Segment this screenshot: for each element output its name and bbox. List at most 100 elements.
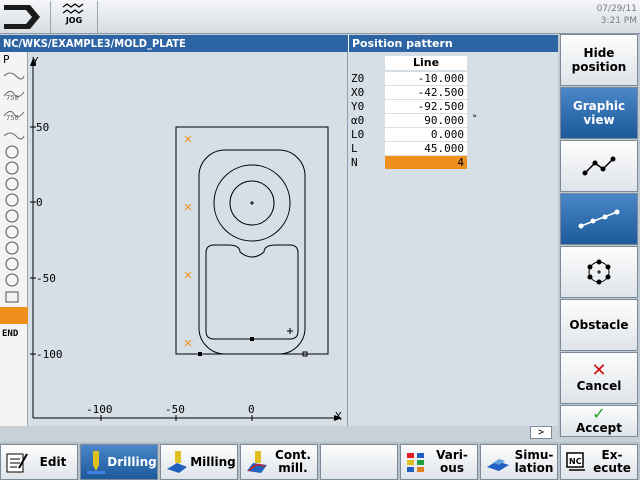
x-tick-label: -50 [165, 403, 185, 416]
obstacle-label: Obstacle [569, 318, 629, 332]
cycle-block-icons[interactable] [2, 130, 26, 308]
jog-mode-indicator: JOG [50, 1, 98, 33]
y-tick-label: 0 [36, 196, 43, 209]
pattern-any-button[interactable] [560, 140, 638, 192]
corner-marker [198, 352, 202, 356]
param-label: Z0 [351, 72, 365, 85]
free-pattern-icon [582, 156, 616, 176]
param-row-n: N 4 [348, 156, 558, 169]
form-title: Position pattern [348, 35, 558, 52]
hide-position-button[interactable]: Hide position [560, 34, 638, 86]
svg-text:750: 750 [6, 94, 19, 102]
cancel-label: Cancel [576, 379, 622, 393]
vertical-softkey-bar: Hide position Graphic view Obstacle ✕ Ca… [558, 34, 640, 437]
back-arrow-icon[interactable] [2, 2, 44, 32]
execute-label: Ex- ecute [593, 448, 631, 475]
hide-position-label: Hide position [571, 46, 627, 74]
various-icon [407, 453, 424, 472]
empty-softkey[interactable] [320, 444, 398, 480]
drilling-button[interactable]: Drilling [80, 444, 158, 480]
simulation-icon [487, 459, 509, 471]
x-tick-label: 0 [248, 403, 255, 416]
accept-label: Accept [576, 421, 622, 435]
jog-label: JOG [65, 16, 83, 25]
date-time: 07/29/11 3:21 PM [597, 3, 637, 27]
edit-button[interactable]: Edit [0, 444, 78, 480]
param-label: Y0 [351, 100, 365, 113]
x-tick-label: -100 [86, 403, 113, 416]
param-y0-field[interactable]: -92.500 [385, 100, 467, 113]
param-label: L0 [351, 128, 365, 141]
check-icon: ✓ [592, 404, 606, 423]
param-row-z0: Z0 -10.000 [348, 72, 558, 85]
param-x0-field[interactable]: -42.500 [385, 86, 467, 99]
circle-pattern-icon [587, 259, 611, 285]
param-l0-field[interactable]: 0.000 [385, 128, 467, 141]
close-icon: ✕ [591, 360, 607, 381]
param-label: X0 [351, 86, 365, 99]
x-axis-label: X [335, 410, 342, 423]
param-l-field[interactable]: 45.000 [385, 142, 467, 155]
simulation-button[interactable]: Simu- lation [480, 444, 558, 480]
edit-icon [6, 453, 28, 473]
top-status-bar: JOG 07/29/11 3:21 PM [0, 0, 640, 34]
y-tick-label: -100 [36, 348, 63, 361]
contour-start-point [250, 337, 254, 341]
more-softkeys-button[interactable]: > [530, 426, 552, 439]
graphic-view: Y X 50 0 -50 -100 -100 -50 0 [28, 52, 348, 426]
param-row-y0: Y0 -92.500 [348, 100, 558, 113]
param-z0-field[interactable]: -10.000 [385, 72, 467, 85]
program-end-label: END [2, 329, 19, 339]
param-n-field[interactable]: 4 [385, 156, 467, 169]
milling-button[interactable]: Milling [160, 444, 238, 480]
accept-button[interactable]: ✓ Accept [560, 405, 638, 437]
svg-text:NC: NC [569, 457, 582, 466]
param-row-l0: L0 0.000 [348, 128, 558, 141]
contour-milling-icon [247, 451, 267, 473]
position-pattern-form: Line Z0 -10.000 X0 -42.500 Y0 -92.500 α0… [348, 52, 558, 426]
drill-icon [87, 451, 105, 474]
pattern-line-button[interactable] [560, 193, 638, 245]
drilling-label: Drilling [107, 454, 157, 469]
obstacle-button[interactable]: Obstacle [560, 299, 638, 351]
nc-execute-icon: NC [566, 452, 585, 471]
program-block-icons[interactable]: 750 750 [2, 70, 26, 128]
param-row-x0: X0 -42.500 [348, 86, 558, 99]
program-block-strip: P 750 750 END [0, 52, 28, 426]
param-row-l: L 45.000 [348, 142, 558, 155]
execute-button[interactable]: NC Ex- ecute [560, 444, 638, 480]
pattern-positions [184, 135, 192, 347]
pattern-circle-button[interactable] [560, 246, 638, 298]
milling-label: Milling [190, 454, 236, 469]
y-tick-label: -50 [36, 272, 56, 285]
jog-icon [62, 3, 84, 14]
rectangular-pocket [205, 244, 299, 340]
param-label: L [351, 142, 358, 155]
param-row-alpha0: α0 90.000 ° [348, 114, 558, 127]
graphic-view-label: Graphic view [572, 99, 626, 127]
current-block-highlight[interactable] [0, 307, 28, 324]
workpiece-graphic: Y X 50 0 -50 -100 -100 -50 0 [30, 55, 342, 423]
y-tick-label: 50 [36, 121, 49, 134]
contour-milling-label: Cont. mill. [275, 448, 311, 475]
various-label: Vari- ous [436, 448, 468, 475]
softkey-scroll-row: > [0, 426, 558, 440]
param-label: N [351, 156, 358, 169]
contour-milling-button[interactable]: Cont. mill. [240, 444, 318, 480]
various-button[interactable]: Vari- ous [400, 444, 478, 480]
param-unit: ° [472, 114, 478, 124]
param-label: α0 [351, 114, 365, 127]
horizontal-softkey-bar: Edit Drilling Milling Cont. mill. Vari- [0, 442, 640, 480]
time: 3:21 PM [600, 16, 637, 26]
edit-label: Edit [39, 454, 67, 469]
simulation-label: Simu- lation [514, 448, 554, 475]
param-alpha0-field[interactable]: 90.000 [385, 114, 467, 127]
cancel-button[interactable]: ✕ Cancel [560, 352, 638, 404]
y-axis-label: Y [32, 55, 39, 68]
date: 07/29/11 [596, 4, 637, 14]
line-pattern-icon [578, 209, 620, 229]
pattern-type-select[interactable]: Line [385, 56, 467, 70]
graphic-view-button[interactable]: Graphic view [560, 87, 638, 139]
milling-icon [167, 451, 187, 473]
program-column-label: P [3, 53, 10, 66]
